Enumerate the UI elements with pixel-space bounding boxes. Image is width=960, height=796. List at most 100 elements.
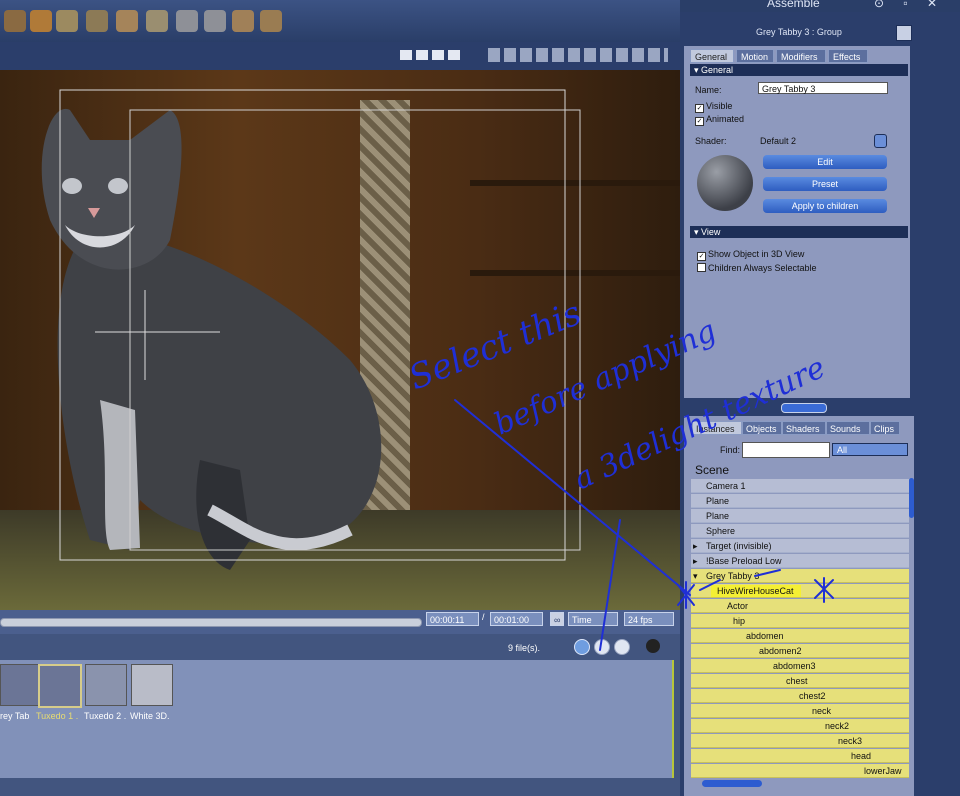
remove-icon[interactable]	[594, 639, 610, 655]
animated-label: Animated	[706, 114, 745, 124]
library-thumb-selected[interactable]	[38, 664, 82, 708]
shader-dropdown-icon[interactable]	[874, 134, 887, 148]
list-item-label: abdomen3	[773, 661, 816, 671]
list-item-label: Camera 1	[706, 481, 746, 491]
visible-checkbox[interactable]: ✓ Visible	[695, 101, 732, 113]
name-label: Name:	[695, 85, 722, 95]
section-view[interactable]: ▾ View	[690, 226, 908, 238]
list-item[interactable]: Actor	[691, 599, 909, 613]
list-item[interactable]: hip	[691, 614, 909, 628]
section-general[interactable]: ▾ General	[690, 64, 908, 76]
list-item-label: !Base Preload Low	[706, 556, 782, 566]
3d-viewport[interactable]	[0, 70, 680, 610]
time-mode-select[interactable]: Time	[568, 612, 618, 626]
add-icon[interactable]	[574, 639, 590, 655]
drop-tool-icon[interactable]	[30, 10, 52, 32]
list-item[interactable]: lowerJaw	[691, 764, 909, 778]
morph-tool-icon[interactable]	[204, 10, 226, 32]
list-item-label: abdomen2	[759, 646, 802, 656]
render-style-icons[interactable]	[488, 48, 668, 62]
edit-button[interactable]: Edit	[763, 155, 887, 169]
panel-splitter-handle[interactable]	[781, 403, 827, 413]
expand-arrow-icon[interactable]: ▸	[693, 539, 698, 553]
list-item[interactable]: neck2	[691, 719, 909, 733]
tab-general[interactable]: General	[690, 49, 734, 63]
bone-tool-icon[interactable]	[176, 10, 198, 32]
animated-checkbox[interactable]: ✓ Animated	[695, 114, 744, 126]
leaf-tool-icon[interactable]	[86, 10, 108, 32]
tab-clips[interactable]: Clips	[870, 421, 900, 435]
brush-tool-icon[interactable]	[146, 10, 168, 32]
list-item[interactable]: chest	[691, 674, 909, 688]
show-object-label: Show Object in 3D View	[708, 249, 805, 259]
list-item[interactable]: ▾ Grey Tabby 3	[691, 569, 909, 583]
paw-tool-icon[interactable]	[56, 10, 78, 32]
list-item[interactable]: neck	[691, 704, 909, 718]
current-time-display[interactable]: 00:00:11	[426, 612, 479, 626]
name-field[interactable]: Grey Tabby 3	[758, 82, 888, 94]
show-object-checkbox[interactable]: ✓ Show Object in 3D View	[697, 249, 804, 261]
list-item-label: Target (invisible)	[706, 541, 772, 551]
refresh-icon[interactable]	[614, 639, 630, 655]
total-time-display[interactable]: 00:01:00	[490, 612, 543, 626]
loop-icon[interactable]: ∞	[550, 612, 564, 626]
children-selectable-checkbox[interactable]: Children Always Selectable	[697, 263, 817, 273]
list-item-label: Plane	[706, 511, 730, 521]
apply-to-children-button[interactable]: Apply to children	[763, 199, 887, 213]
list-item[interactable]: Plane	[691, 509, 909, 523]
panel-menu-icon[interactable]	[896, 25, 912, 41]
list-item-label: HiveWireHouseCat	[717, 586, 794, 596]
library-thumb[interactable]	[85, 664, 127, 706]
scene-scrollbar[interactable]	[909, 478, 914, 518]
list-item[interactable]: ▸ !Base Preload Low	[691, 554, 909, 568]
list-item[interactable]: abdomen	[691, 629, 909, 643]
list-item[interactable]: abdomen3	[691, 659, 909, 673]
bowl-tool-icon[interactable]	[116, 10, 138, 32]
list-item[interactable]: Sphere	[691, 524, 909, 538]
list-item-label: Grey Tabby 3	[706, 571, 760, 581]
list-item-label: lowerJaw	[864, 766, 902, 776]
list-item[interactable]: head	[691, 749, 909, 763]
list-item[interactable]: ▸ Target (invisible)	[691, 539, 909, 553]
tab-motion[interactable]: Motion	[736, 49, 774, 63]
mode-label[interactable]: Assemble	[767, 0, 820, 10]
list-item[interactable]: chest2	[691, 689, 909, 703]
bucket-tool-icon[interactable]	[4, 10, 26, 32]
list-item[interactable]: abdomen2	[691, 644, 909, 658]
layout-icons[interactable]	[400, 50, 464, 60]
tab-objects[interactable]: Objects	[742, 421, 782, 435]
find-label: Find:	[720, 445, 741, 455]
preset-button[interactable]: Preset	[763, 177, 887, 191]
wrench-tool-icon[interactable]	[260, 10, 282, 32]
list-item[interactable]: Plane	[691, 494, 909, 508]
shader-label: Shader:	[695, 136, 727, 146]
filter-select[interactable]: All	[832, 443, 908, 456]
list-item-label: neck	[812, 706, 832, 716]
tab-modifiers[interactable]: Modifiers	[776, 49, 826, 63]
tab-instances[interactable]: Instances	[692, 421, 742, 435]
fps-select[interactable]: 24 fps	[624, 612, 674, 626]
horizontal-scrollbar[interactable]	[702, 780, 762, 787]
window-controls[interactable]: ⊙ ▫ ✕	[874, 0, 945, 10]
section-general-label: General	[701, 65, 734, 75]
tab-sounds[interactable]: Sounds	[826, 421, 870, 435]
library-thumb[interactable]	[0, 664, 42, 706]
list-item-selected[interactable]: HiveWireHouseCat	[691, 584, 909, 598]
lock-icon[interactable]	[646, 639, 660, 653]
expand-arrow-icon[interactable]: ▸	[693, 554, 698, 568]
viewport-toolbar	[0, 42, 680, 70]
top-toolbar	[0, 0, 680, 42]
file-count: 9 file(s).	[508, 643, 541, 653]
tab-effects[interactable]: Effects	[828, 49, 868, 63]
time-slider[interactable]	[0, 618, 422, 627]
list-item[interactable]: neck3	[691, 734, 909, 748]
find-input[interactable]	[742, 442, 830, 458]
tab-shaders[interactable]: Shaders	[782, 421, 826, 435]
target-tool-icon[interactable]	[232, 10, 254, 32]
collapse-arrow-icon[interactable]: ▾	[693, 569, 698, 583]
library-thumb[interactable]	[131, 664, 173, 706]
cat-figure	[41, 89, 581, 570]
list-item-label: abdomen	[746, 631, 784, 641]
list-item[interactable]: Camera 1	[691, 479, 909, 493]
shader-value[interactable]: Default 2	[760, 136, 796, 146]
